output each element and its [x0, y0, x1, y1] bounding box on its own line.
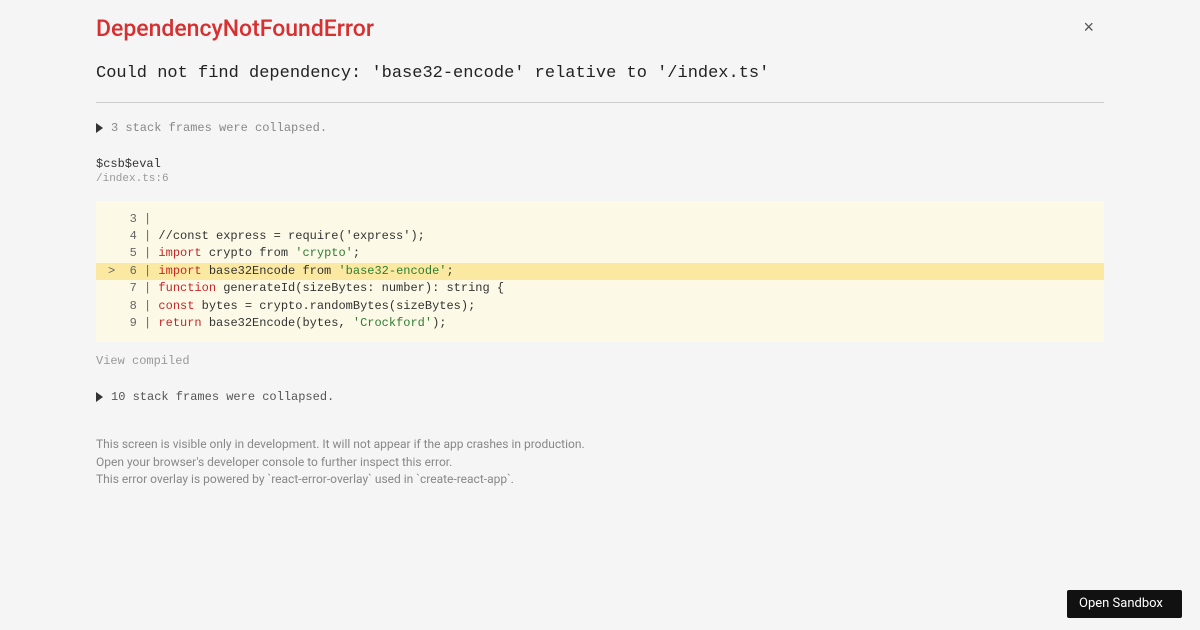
expand-triangle-icon: [96, 123, 103, 133]
collapsed-frames-toggle-2[interactable]: 10 stack frames were collapsed.: [96, 390, 1104, 404]
view-compiled-link[interactable]: View compiled: [96, 354, 190, 368]
error-title: DependencyNotFoundError: [96, 14, 1104, 44]
stack-frame-location: /index.ts:6: [96, 173, 1104, 185]
footer-line-2: Open your browser's developer console to…: [96, 454, 1104, 471]
footer-line-1: This screen is visible only in developme…: [96, 436, 1104, 453]
expand-triangle-icon: [96, 392, 103, 402]
footer-note: This screen is visible only in developme…: [96, 436, 1104, 488]
collapsed-frames-text-1: 3 stack frames were collapsed.: [111, 121, 327, 135]
error-message: Could not find dependency: 'base32-encod…: [96, 62, 1104, 86]
code-line: 4 | //const express = require('express')…: [96, 228, 1104, 245]
code-line: > 6 | import base32Encode from 'base32-e…: [96, 263, 1104, 280]
collapsed-frames-toggle-1[interactable]: 3 stack frames were collapsed.: [96, 121, 1104, 135]
code-line: 7 | function generateId(sizeBytes: numbe…: [96, 280, 1104, 297]
close-button[interactable]: ×: [1083, 18, 1094, 36]
code-line: 8 | const bytes = crypto.randomBytes(siz…: [96, 298, 1104, 315]
code-line: 5 | import crypto from 'crypto';: [96, 245, 1104, 262]
code-line: 3 |: [96, 211, 1104, 228]
stack-frame-name: $csb$eval: [96, 157, 1104, 171]
code-snippet: 3 | 4 | //const express = require('expre…: [96, 201, 1104, 343]
divider: [96, 102, 1104, 103]
open-sandbox-button[interactable]: Open Sandbox: [1067, 590, 1182, 618]
code-line: 9 | return base32Encode(bytes, 'Crockfor…: [96, 315, 1104, 332]
footer-line-3: This error overlay is powered by `react-…: [96, 471, 1104, 488]
collapsed-frames-text-2: 10 stack frames were collapsed.: [111, 390, 334, 404]
